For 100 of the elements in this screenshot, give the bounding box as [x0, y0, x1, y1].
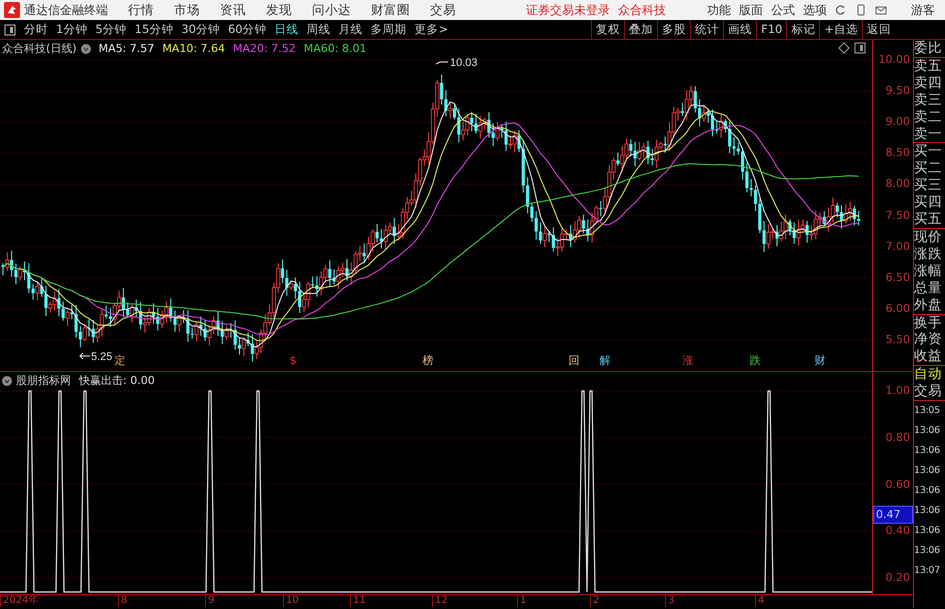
- axis-label: 3: [665, 595, 674, 607]
- period-tab[interactable]: 5分钟: [91, 20, 131, 38]
- indicator-value: MA10: 7.64: [162, 41, 226, 57]
- trade-label: 交易: [914, 383, 943, 400]
- event-marker[interactable]: 定: [114, 352, 126, 369]
- period-tab[interactable]: 多周期: [366, 20, 411, 38]
- mail-icon[interactable]: [875, 4, 887, 16]
- toolbar-button[interactable]: 返回: [862, 20, 895, 39]
- diamond-icon[interactable]: [838, 42, 850, 54]
- time-label: 13:06: [914, 424, 941, 438]
- period-tab[interactable]: 60分钟: [224, 20, 271, 38]
- menu-item[interactable]: 资讯: [220, 0, 246, 20]
- time-label: 13:05: [914, 404, 941, 418]
- axis-label: 10.00: [878, 52, 910, 68]
- menu-item[interactable]: 功能: [707, 1, 731, 19]
- event-marker[interactable]: 榜: [422, 352, 434, 369]
- toolbar-button[interactable]: 复权: [591, 20, 624, 39]
- indicator-value: MA20: 7.52: [233, 41, 296, 57]
- indicator-value: 快赢出击: 0.00: [79, 373, 155, 389]
- menu-item[interactable]: 交易: [430, 0, 456, 20]
- quote-label: 外盘: [914, 296, 943, 314]
- user-name[interactable]: 游客: [911, 1, 935, 19]
- event-marker[interactable]: 解: [600, 352, 610, 369]
- period-tab[interactable]: 分时: [20, 20, 52, 38]
- quote-label: 买三: [914, 177, 943, 194]
- time-label: 13:06: [914, 444, 941, 458]
- indicator-name: 股朋指标网: [16, 373, 71, 389]
- axis-label: 1: [517, 595, 526, 607]
- period-tab[interactable]: 月线: [334, 20, 367, 38]
- time-label: 13:06: [914, 484, 941, 498]
- axis-label: 2: [590, 595, 600, 607]
- login-status: 证券交易未登录: [526, 2, 610, 19]
- quote-label: 净资: [914, 331, 943, 348]
- time-label: 13:06: [914, 464, 941, 478]
- event-marker[interactable]: 财: [814, 352, 826, 369]
- quote-label: 买一: [914, 143, 943, 160]
- event-marker[interactable]: 涨: [682, 352, 694, 369]
- indicator-value: MA5: 7.57: [98, 41, 154, 57]
- period-tab[interactable]: 更多>: [410, 20, 452, 38]
- period-tab[interactable]: 1分钟: [52, 20, 92, 38]
- phone-icon[interactable]: [855, 4, 867, 16]
- axis-label: 7.50: [886, 207, 910, 224]
- menu-item[interactable]: 版面: [739, 1, 763, 19]
- menu-item[interactable]: 选项: [803, 1, 827, 19]
- quote-label: 收益: [914, 348, 943, 366]
- menu-item[interactable]: 公式: [771, 1, 795, 19]
- quote-label: 现价: [914, 228, 943, 246]
- dropdown-icon[interactable]: [80, 44, 91, 54]
- axis-label: 9.00: [886, 114, 910, 130]
- axis-label: 4: [755, 595, 764, 607]
- quote-label: 总量: [914, 280, 943, 297]
- axis-label: 0.60: [886, 476, 910, 492]
- axis-label: 6.50: [886, 269, 910, 286]
- period-tab[interactable]: 日线: [270, 20, 303, 38]
- toolbar-button[interactable]: +自选: [819, 20, 862, 39]
- event-marker[interactable]: $: [290, 352, 296, 369]
- axis-label: 7.00: [886, 238, 910, 254]
- quote-label: 买二: [914, 160, 943, 178]
- time-label: 13:06: [914, 524, 941, 538]
- toolbar-button[interactable]: 统计: [690, 20, 724, 39]
- quote-label: 卖二: [914, 108, 943, 126]
- period-tab[interactable]: 15分钟: [130, 20, 178, 38]
- axis-label: 11: [350, 595, 366, 607]
- toolbar-button[interactable]: 画线: [723, 20, 756, 39]
- time-label: 13:06: [914, 544, 941, 558]
- event-marker[interactable]: 回: [568, 352, 580, 369]
- toolbar-button[interactable]: 叠加: [624, 20, 658, 39]
- period-tab[interactable]: 30分钟: [177, 20, 224, 38]
- refresh-icon[interactable]: [835, 4, 847, 16]
- axis-label: 6.00: [886, 300, 910, 317]
- quote-label: 买四: [914, 194, 943, 212]
- axis-label: 8.00: [886, 176, 910, 192]
- axis-label: 2024年: [0, 595, 38, 607]
- axis-label: 5.50: [886, 332, 910, 348]
- panel-toggle-icon[interactable]: [854, 42, 866, 54]
- toolbar-button[interactable]: F10: [756, 20, 786, 39]
- toolbar-button[interactable]: 标记: [786, 20, 820, 39]
- quote-label: 卖三: [914, 92, 943, 109]
- trade-mode-label[interactable]: 自动: [914, 366, 945, 384]
- dropdown-icon[interactable]: [2, 376, 12, 386]
- axis-label: 12: [432, 595, 448, 607]
- period-tab[interactable]: 周线: [302, 20, 335, 38]
- quote-label: 委比: [914, 40, 943, 57]
- menu-item[interactable]: 财富圈: [371, 0, 410, 20]
- axis-label: 1.00: [886, 382, 910, 399]
- stock-name: 众合科技: [618, 2, 666, 19]
- axis-label: 8: [118, 595, 128, 607]
- menu-item[interactable]: 问小达: [312, 0, 351, 20]
- low-price-label: 5.25: [91, 351, 112, 363]
- toolbar-button[interactable]: 多股: [657, 20, 690, 39]
- arrow-icon: [79, 352, 90, 360]
- panel-toggle-icon[interactable]: [4, 24, 16, 36]
- event-marker[interactable]: 跌: [750, 352, 760, 369]
- menu-item[interactable]: 行情: [128, 0, 154, 20]
- indicator-value: MA60: 8.01: [304, 41, 366, 57]
- menu-item[interactable]: 发现: [266, 0, 292, 20]
- axis-label: 0.40: [886, 523, 910, 539]
- leader-line: [436, 62, 448, 64]
- quote-label: 卖五: [914, 58, 943, 75]
- menu-item[interactable]: 市场: [174, 0, 200, 20]
